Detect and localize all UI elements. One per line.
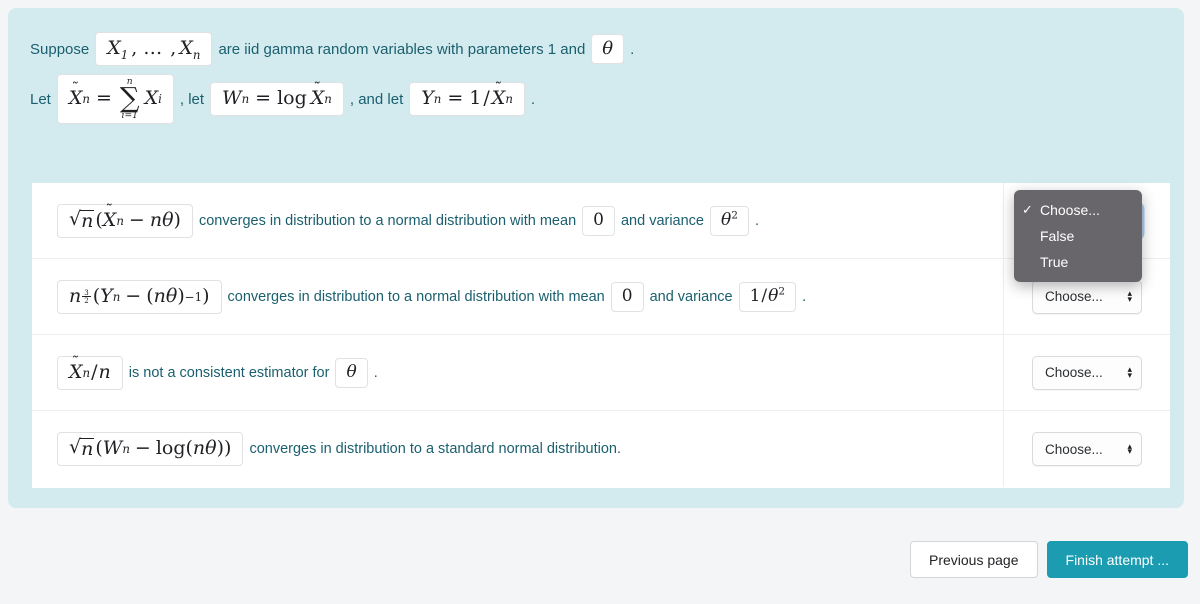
- math-statement-2-variance: 1/θ2: [738, 281, 797, 312]
- math-statement-3-lead: ˜ Xn / n: [57, 355, 123, 390]
- statement-2-text-1: converges in distribution to a normal di…: [227, 288, 605, 305]
- select-arrows-icon: ▴ ▾: [1127, 365, 1132, 380]
- statement-4-text-1: converges in distribution to a standard …: [249, 441, 621, 457]
- dropdown-option-choose-label: Choose...: [1040, 202, 1100, 218]
- answer-control-4: Choose... ▴ ▾: [1004, 411, 1170, 487]
- statement-1: √ n ( ˜ Xn − n θ) converges in distribution…: [32, 183, 1004, 258]
- chevron-down-icon: ▾: [1127, 369, 1132, 380]
- stem-line2-mid2: , and let: [349, 90, 404, 108]
- math-statement-1-lead: √ n ( ˜ Xn − n θ): [57, 203, 193, 238]
- answer-card: √ n ( ˜ Xn − n θ) converges in distribution…: [32, 183, 1170, 488]
- math-statement-2-lead: n32 ( Yn − (n θ) −1 ): [57, 279, 222, 314]
- stem-line2-lead: Let: [30, 90, 51, 108]
- statement-2-text-3: .: [802, 288, 807, 305]
- select-answer-4[interactable]: Choose... ▴ ▾: [1032, 432, 1142, 466]
- statement-3-text-1: is not a consistent estimator for: [128, 364, 330, 381]
- stem-line1-lead: Suppose: [30, 40, 90, 58]
- select-answer-2[interactable]: Choose... ▴ ▾: [1032, 279, 1142, 314]
- check-icon: ✓: [1022, 202, 1033, 217]
- table-row: √ n ( ˜ Xn − n θ) converges in distribution…: [32, 183, 1170, 259]
- math-statement-3-theta: θ: [335, 357, 368, 388]
- answer-control-3: Choose... ▴ ▾: [1004, 335, 1170, 410]
- stem-line2-trailing: .: [530, 90, 536, 108]
- stem-line2-mid1: , let: [179, 90, 205, 108]
- statement-2: n32 ( Yn − (n θ) −1 ) converges in distrib…: [32, 259, 1004, 334]
- stem-line-2: Let ˜ Xn = n ∑ i=1 Xi , let Wn = log ˜ Xn , …: [30, 74, 1184, 125]
- statement-1-text-2: and variance: [620, 212, 704, 229]
- statement-1-text-3: .: [754, 212, 759, 229]
- select-answer-3[interactable]: Choose... ▴ ▾: [1032, 355, 1142, 390]
- select-arrows-icon: ▴ ▾: [1127, 289, 1132, 304]
- chevron-down-icon: ▾: [1127, 446, 1132, 456]
- select-dropdown-menu[interactable]: ✓ Choose... False True: [1014, 190, 1142, 282]
- stem-line1-middle: are iid gamma random variables with para…: [218, 40, 586, 58]
- dropdown-option-false[interactable]: False: [1014, 223, 1142, 249]
- stem-line1-trailing: .: [630, 40, 635, 58]
- math-statement-4-lead: √ n ( Wn − log(n θ)): [57, 432, 244, 466]
- dropdown-option-choose[interactable]: ✓ Choose...: [1014, 197, 1142, 223]
- previous-page-button[interactable]: Previous page: [910, 541, 1038, 578]
- dropdown-option-true-label: True: [1040, 254, 1069, 270]
- statement-4: √ n ( Wn − log(n θ)) converges in distribu…: [32, 411, 1004, 487]
- select-answer-3-value: Choose...: [1045, 365, 1103, 380]
- math-theta-param: θ: [591, 34, 625, 64]
- statement-3: ˜ Xn / n is not a consistent estimator for…: [32, 335, 1004, 410]
- finish-attempt-button[interactable]: Finish attempt ...: [1046, 541, 1188, 578]
- statement-1-text-1: converges in distribution to a normal di…: [198, 212, 577, 229]
- math-y-definition: Yn = 1/ ˜ Xn: [409, 81, 525, 117]
- dropdown-option-false-label: False: [1040, 228, 1075, 244]
- table-row: √ n ( Wn − log(n θ)) converges in distribu…: [32, 411, 1170, 487]
- stem-line-1: Suppose X1,…, Xn are iid gamma random var…: [30, 30, 1184, 68]
- footer-actions: Previous page Finish attempt ...: [910, 541, 1188, 578]
- math-statement-1-variance: θ2: [710, 205, 749, 236]
- dropdown-option-true[interactable]: True: [1014, 249, 1142, 275]
- select-answer-2-value: Choose...: [1045, 289, 1103, 304]
- question-panel: Suppose X1,…, Xn are iid gamma random var…: [8, 8, 1184, 508]
- math-x-sequence: X1,…, Xn: [95, 32, 213, 66]
- table-row: ˜ Xn / n is not a consistent estimator for…: [32, 335, 1170, 411]
- select-arrows-icon: ▴ ▾: [1127, 441, 1132, 456]
- math-xtilde-definition: ˜ Xn = n ∑ i=1 Xi: [56, 74, 174, 125]
- statement-2-text-2: and variance: [649, 288, 733, 305]
- math-statement-2-mean: 0: [610, 281, 644, 312]
- math-statement-1-mean: 0: [582, 205, 615, 236]
- select-answer-4-value: Choose...: [1045, 441, 1103, 457]
- math-w-definition: Wn = log ˜ Xn: [210, 81, 344, 117]
- table-row: n32 ( Yn − (n θ) −1 ) converges in distrib…: [32, 259, 1170, 335]
- question-stem: Suppose X1,…, Xn are iid gamma random var…: [8, 8, 1184, 125]
- chevron-down-icon: ▾: [1127, 293, 1132, 304]
- statement-3-text-3: .: [373, 364, 378, 381]
